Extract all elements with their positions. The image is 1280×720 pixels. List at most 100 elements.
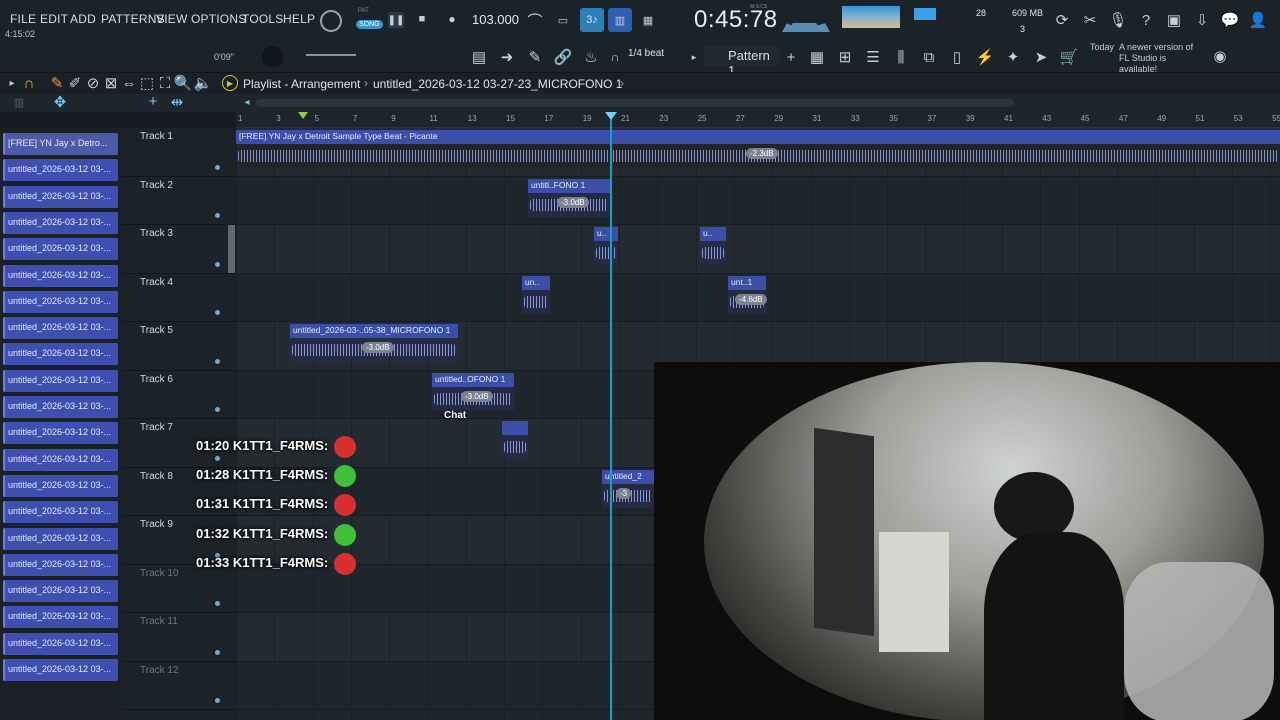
picker-clip-item[interactable]: [FREE] YN Jay x Detro... — [3, 133, 118, 155]
cart-icon[interactable]: 🛒 — [1060, 48, 1079, 66]
track-header[interactable]: Track 6 — [122, 371, 236, 419]
picker-clip-item[interactable]: untitled_2026-03-12 03-... — [3, 238, 118, 261]
scroll-left-icon[interactable]: ◂ — [240, 95, 254, 109]
metronome-icon[interactable]: ⌒ — [525, 10, 545, 30]
file-icon[interactable]: ▯ — [948, 48, 966, 66]
loop-start-marker[interactable] — [298, 112, 308, 119]
picker-clip-item[interactable]: untitled_2026-03-12 03-... — [3, 659, 118, 681]
stamp-icon[interactable]: ♨ — [582, 48, 600, 66]
menu-options[interactable]: OPTIONS — [191, 12, 246, 26]
track-header[interactable]: Track 5 — [122, 322, 236, 371]
track-enable-led[interactable] — [215, 601, 220, 606]
magnet-icon[interactable]: ∩ — [608, 50, 622, 64]
chat-icon[interactable]: 💬 — [1220, 10, 1240, 30]
plug-icon[interactable]: ⚡ — [976, 48, 995, 66]
tempo-display[interactable]: 103.000 — [472, 12, 519, 27]
master-volume-knob[interactable] — [262, 46, 284, 68]
microphone-icon[interactable]: 🎙 — [1108, 10, 1128, 30]
playlist-icon[interactable]: ▦ — [808, 48, 826, 66]
picker-clip-item[interactable]: untitled_2026-03-12 03-... — [3, 606, 118, 629]
magnet-icon[interactable]: ∩ — [22, 75, 36, 92]
track-lane[interactable] — [236, 177, 1280, 225]
menu-help[interactable]: HELP — [283, 12, 315, 26]
pattern-selector[interactable]: Pattern 1 — [704, 46, 780, 78]
blend-notes-icon[interactable]: ▥ — [608, 8, 632, 32]
picker-clip-item[interactable]: untitled_2026-03-12 03-... — [3, 343, 118, 366]
playhead-marker[interactable] — [605, 112, 617, 120]
user-icon[interactable]: 👤 — [1248, 10, 1268, 30]
arrow-right-icon[interactable]: ▸ — [6, 76, 18, 90]
channel-rack-icon[interactable]: ⊞ — [836, 48, 854, 66]
zoom-icon[interactable]: 🔍 — [174, 75, 193, 92]
track-enable-led[interactable] — [215, 213, 220, 218]
picker-clip-item[interactable]: untitled_2026-03-12 03-... — [3, 474, 118, 497]
audio-clip[interactable] — [502, 421, 528, 459]
record-icon[interactable]: ● — [446, 12, 458, 26]
picker-clip-item[interactable]: untitled_2026-03-12 03-... — [3, 448, 118, 471]
countdown-icon[interactable]: 3♪ — [580, 8, 604, 32]
picker-clip-item[interactable]: untitled_2026-03-12 03-... — [3, 290, 118, 313]
wand-icon[interactable]: ✦ — [1004, 48, 1022, 66]
picker-clip-item[interactable]: untitled_2026-03-12 03-... — [3, 185, 118, 208]
add-icon[interactable]: + — [146, 93, 160, 110]
zoom-fit-icon[interactable]: ⛶ — [158, 75, 172, 92]
pencil-icon[interactable]: ✎ — [50, 75, 64, 92]
track-enable-led[interactable] — [215, 407, 220, 412]
menu-edit[interactable]: EDIT — [40, 12, 68, 26]
track-enable-led[interactable] — [215, 455, 220, 461]
picker-clip-item[interactable]: untitled_2026-03-12 03-... — [3, 264, 118, 287]
track-enable-led[interactable] — [215, 649, 220, 655]
mixer-icon[interactable]: ⫼ — [892, 48, 910, 66]
menu-add[interactable]: ADD — [70, 12, 96, 26]
zoom-horizontal-icon[interactable]: ⇹ — [170, 94, 184, 111]
help-icon[interactable]: ? — [1136, 10, 1156, 30]
timeline-ruler[interactable]: 1 3 5 7 9 11 13 15 17 19 21 23 25 27 29 31 33 35 37 39 41 43 4… — [236, 112, 1280, 128]
track-enable-led[interactable] — [215, 164, 220, 170]
wait-input-icon[interactable]: ▭ — [552, 10, 574, 30]
time-display[interactable]: 0:45:78 — [694, 6, 778, 34]
slip-icon[interactable]: ⇔ — [122, 75, 137, 92]
brush-icon[interactable]: ✐ — [68, 75, 82, 92]
picker-clip-item[interactable]: untitled_2026-03-12 03-... — [3, 396, 118, 418]
track-enable-led[interactable] — [215, 261, 220, 267]
picker-clip-item[interactable]: untitled_2026-03-12 03-... — [3, 580, 118, 603]
pat-label[interactable]: PAT — [358, 8, 369, 14]
horizontal-scrollbar[interactable] — [256, 99, 1014, 107]
playhead[interactable] — [610, 112, 612, 720]
plugin-picker-icon[interactable]: ✂ — [1080, 10, 1100, 30]
track-header[interactable]: Track 3 — [122, 225, 236, 274]
browser-icon[interactable]: ⧉ — [920, 48, 938, 66]
menu-view[interactable]: VIEW — [156, 12, 187, 26]
track-enable-led[interactable] — [215, 310, 220, 315]
track-enable-led[interactable] — [215, 358, 220, 364]
link-icon[interactable]: 🔗 — [554, 48, 573, 66]
snap-selector[interactable]: 1/4 beat — [628, 48, 664, 59]
picker-clip-item[interactable]: untitled_2026-03-12 03-... — [3, 553, 118, 576]
arrow-right-icon[interactable]: ➜ — [498, 48, 516, 66]
arrow-icon[interactable]: ➤ — [1032, 48, 1050, 66]
audio-clip[interactable]: untitled..OFONO 1 -3.0dB — [432, 372, 514, 411]
piano-icon[interactable]: ☰ — [864, 48, 882, 66]
select-icon[interactable]: ⬚ — [140, 75, 154, 92]
audio-clip[interactable]: untitled_2026-03-..05-38_MICROFONO 1 -3.0… — [290, 324, 458, 362]
audio-clip[interactable]: untitl..FONO 1 -3.0dB — [528, 178, 610, 217]
speaker-icon[interactable]: 🔈 — [194, 75, 213, 92]
globe-icon[interactable]: ◉ — [1210, 46, 1230, 66]
track-header[interactable]: Track 11 — [122, 613, 236, 662]
song-mode-button[interactable]: SONG — [356, 20, 383, 29]
track-enable-led[interactable] — [215, 698, 220, 703]
add-pattern-icon[interactable]: + — [784, 48, 798, 66]
master-pitch-slider[interactable] — [306, 54, 356, 56]
picker-icon[interactable]: ✥ — [52, 94, 68, 111]
mute-icon[interactable]: ⊠ — [104, 75, 118, 92]
picker-clip-item[interactable]: untitled_2026-03-12 03-... — [3, 422, 118, 445]
grid-icon[interactable]: ▥ — [12, 95, 26, 109]
picker-clip-item[interactable]: untitled_2026-03-12 03-... — [3, 159, 118, 182]
pause-icon[interactable]: ❚❚ — [388, 12, 404, 28]
render-icon[interactable]: ⇩ — [1192, 10, 1212, 30]
audio-clip[interactable]: unt..1 -4.6dB — [728, 275, 767, 314]
track-header[interactable]: Track 1 — [122, 128, 236, 177]
update-notice[interactable]: Today A newer version of FL Studio is av… — [1090, 42, 1205, 75]
audio-clip[interactable]: un.. — [522, 275, 550, 314]
piano-roll-icon[interactable]: ▤ — [470, 48, 488, 66]
